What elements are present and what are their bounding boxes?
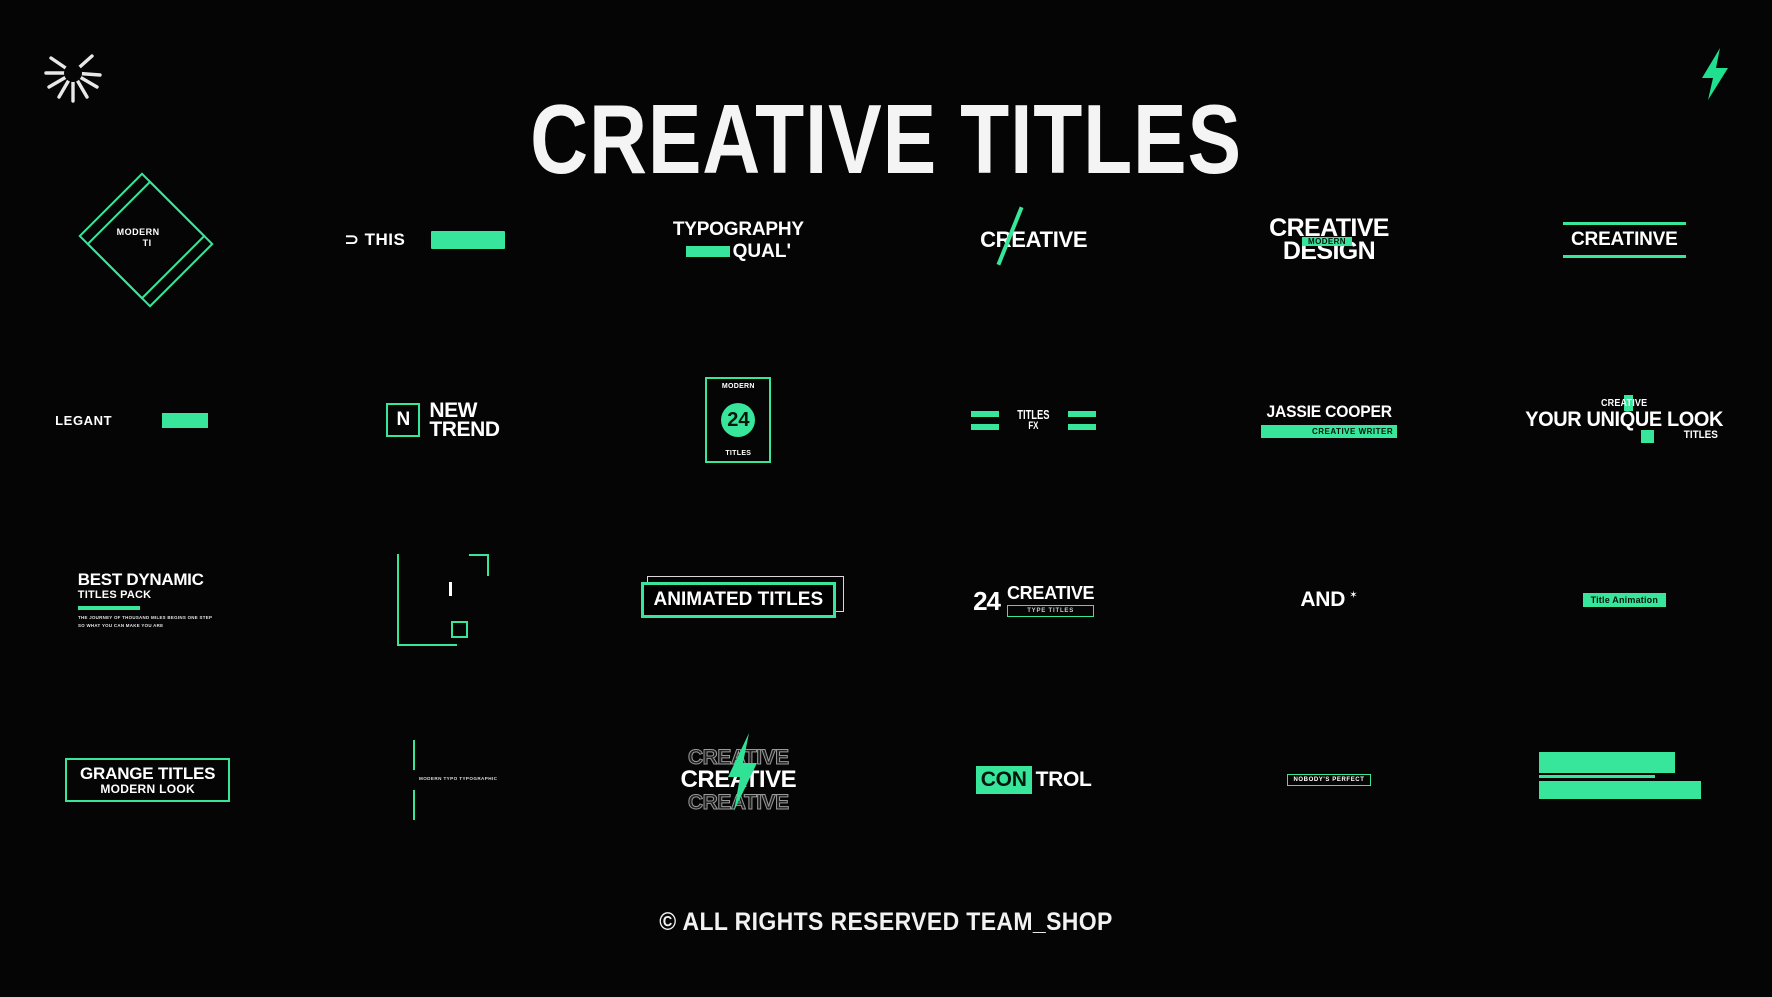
- diamond-label: MODERN TI: [117, 227, 160, 250]
- title-card-this-bar[interactable]: ⊃ THIS: [295, 150, 590, 330]
- rule-top: [1563, 222, 1686, 225]
- letter-mark: N: [386, 403, 421, 437]
- title-card-and[interactable]: AND ✶: [1181, 510, 1476, 690]
- unique-look-main: YOUR UNIQUE LOOK: [1525, 408, 1724, 431]
- control-part-a: CON: [975, 766, 1032, 794]
- diamond-label-line2: TI: [142, 238, 152, 249]
- creatinve-label: CREATINVE: [1571, 229, 1678, 250]
- title-card-animated-titles[interactable]: ANIMATED TITLES: [591, 510, 886, 690]
- title-card-new-trend[interactable]: N NEW TREND: [295, 330, 590, 510]
- creative-label: CREATIVE: [1006, 582, 1095, 603]
- bracket-right-edge: [486, 554, 489, 576]
- creative-slash-label: CREATIVE: [980, 227, 1088, 252]
- this-label: ⊃ THIS: [344, 230, 406, 249]
- title-card-titles-fx[interactable]: TITLES FX: [886, 330, 1181, 510]
- typography-line1: TYPOGRAPHY: [672, 218, 804, 240]
- new-trend-line2: TREND: [429, 418, 500, 441]
- square-marker: [450, 621, 468, 638]
- green-rule: [77, 605, 140, 610]
- green-chip: [685, 245, 730, 257]
- number-24: 24: [973, 585, 1001, 616]
- title-card-jassie-cooper[interactable]: JASSIE COOPER CREATIVE WRITER: [1181, 330, 1476, 510]
- bracket-bottom-edge: [396, 644, 457, 646]
- vertical-line-bottom: [412, 790, 415, 820]
- title-card-unique-look[interactable]: CREATIVE YOUR UNIQUE LOOK TITLES: [1477, 330, 1772, 510]
- unique-look-bottom: TITLES: [1683, 429, 1719, 441]
- title-pack-preview: CREATIVE TITLES MODERN TI ⊃ THIS TYPOGRA…: [0, 0, 1772, 997]
- person-role: CREATIVE WRITER: [1260, 425, 1398, 438]
- title-animation-label: Title Animation: [1582, 593, 1667, 607]
- bracket-left-edge: [396, 554, 399, 646]
- dash: [1068, 410, 1097, 417]
- vertical-line-top: [412, 740, 415, 770]
- and-label: AND: [1300, 588, 1346, 611]
- nobodys-perfect-label: NOBODY'S PERFECT: [1287, 774, 1371, 786]
- card24-top: MODERN: [721, 383, 755, 390]
- grange-line2: MODERN LOOK: [100, 781, 195, 796]
- lightning-bolt-icon: [1698, 48, 1732, 100]
- title-card-diamond[interactable]: MODERN TI: [0, 150, 295, 330]
- bar-middle: [1539, 775, 1656, 778]
- best-dynamic-sub2: SO WHAT YOU CAN MAKE YOU ARE: [77, 622, 164, 628]
- dash-group-right: [1068, 410, 1097, 430]
- lightning-bolt-icon: [722, 733, 762, 815]
- title-card-24-creative[interactable]: 24 CREATIVE TYPE TITLES: [886, 510, 1181, 690]
- title-card-nobodys-perfect[interactable]: NOBODY'S PERFECT: [1181, 690, 1476, 870]
- title-card-control[interactable]: CON TROL: [886, 690, 1181, 870]
- legant-label: LEGANT: [55, 412, 113, 428]
- burst-icon: [42, 42, 104, 104]
- dash: [971, 410, 1000, 417]
- bar-bottom: [1539, 781, 1702, 799]
- dash: [1068, 423, 1097, 430]
- title-card-thin-lines[interactable]: MODERN TYPO TYPOGRAPHIC: [295, 690, 590, 870]
- title-card-best-dynamic[interactable]: BEST DYNAMIC TITLES PACK THE JOURNEY OF …: [0, 510, 295, 690]
- title-card-title-animation[interactable]: Title Animation: [1477, 510, 1772, 690]
- best-dynamic-line1: BEST DYNAMIC: [77, 569, 204, 589]
- bar-top: [1539, 752, 1676, 773]
- animated-titles-label: ANIMATED TITLES: [653, 589, 824, 610]
- diamond-label-line1: MODERN: [116, 227, 160, 237]
- dash-group-left: [971, 410, 1000, 430]
- type-titles-tag: TYPE TITLES: [1006, 604, 1095, 617]
- title-card-stacked-bars[interactable]: [1477, 690, 1772, 870]
- title-card-creative-slash[interactable]: CREATIVE: [886, 150, 1181, 330]
- titles-fx-line2: FX: [1028, 419, 1039, 432]
- title-card-creative-bolt[interactable]: CREATIVE CREATIVE CREATIVE: [591, 690, 886, 870]
- diamond-shape: MODERN TI: [78, 172, 214, 308]
- bracket-top-edge: [468, 554, 489, 556]
- title-card-creatinve[interactable]: CREATINVE: [1477, 150, 1772, 330]
- green-bar: [431, 231, 506, 249]
- dash: [971, 423, 1000, 430]
- modern-badge: MODERN: [1302, 237, 1352, 247]
- star-icon: ✶: [1349, 590, 1358, 601]
- title-card-typography[interactable]: TYPOGRAPHY QUAL': [591, 150, 886, 330]
- caret-marker: [448, 582, 452, 596]
- typography-line2: QUAL': [732, 240, 791, 262]
- thin-lines-caption: MODERN TYPO TYPOGRAPHIC: [418, 776, 498, 781]
- title-card-bracket[interactable]: [295, 510, 590, 690]
- title-card-creative-design[interactable]: CREATIVE DESIGN MODERN: [1181, 150, 1476, 330]
- card24-bottom: TITLES: [725, 450, 752, 457]
- control-part-b: TROL: [1035, 768, 1092, 791]
- green-bar: [162, 412, 209, 428]
- title-card-grange[interactable]: GRANGE TITLES MODERN LOOK: [0, 690, 295, 870]
- titles-grid: MODERN TI ⊃ THIS TYPOGRAPHY QUAL' CREATI…: [0, 150, 1772, 870]
- rule-bottom: [1563, 255, 1686, 258]
- best-dynamic-sub1: THE JOURNEY OF THOUSAND MILES BEGINS ONE…: [77, 614, 212, 620]
- grange-line1: GRANGE TITLES: [80, 763, 216, 783]
- title-card-legant[interactable]: LEGANT: [0, 330, 295, 510]
- best-dynamic-line2: TITLES PACK: [77, 588, 152, 601]
- copyright-footer: © ALL RIGHTS RESERVED TEAM_SHOP: [659, 908, 1113, 936]
- person-name: JASSIE COOPER: [1266, 402, 1392, 421]
- card24-number: 24: [721, 403, 756, 437]
- title-card-24-modern[interactable]: MODERN 24 TITLES: [591, 330, 886, 510]
